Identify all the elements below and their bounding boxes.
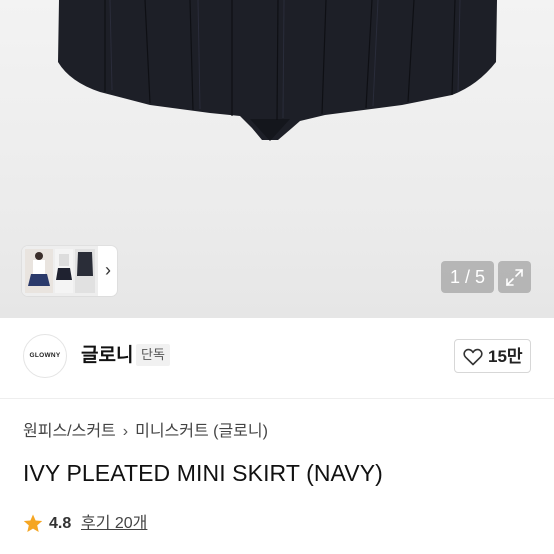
product-image-gallery[interactable]: › 1 / 5 <box>0 0 554 318</box>
heart-outline-icon <box>463 348 483 366</box>
review-count-link[interactable]: 후기 20개 <box>81 513 147 535</box>
chevron-right-icon[interactable]: › <box>105 259 111 281</box>
exclusive-badge: 단독 <box>136 344 170 366</box>
breadcrumb-item-subcategory[interactable]: 미니스커트 (글로니) <box>135 421 268 443</box>
breadcrumb: 원피스/스커트 › 미니스커트 (글로니) <box>23 421 268 443</box>
thumbnail-images <box>22 246 98 296</box>
brand-logo[interactable]: GLOWNY <box>23 334 67 378</box>
chevron-right-icon: › <box>122 423 129 440</box>
expand-arrows-icon <box>506 269 523 286</box>
star-icon <box>23 514 43 532</box>
like-button[interactable]: 15만 <box>454 339 531 373</box>
expand-image-button[interactable] <box>498 261 531 293</box>
product-title: IVY PLEATED MINI SKIRT (NAVY) <box>23 460 383 486</box>
like-count: 15만 <box>488 347 523 366</box>
image-page-counter: 1 / 5 <box>441 261 494 293</box>
section-divider <box>0 398 554 399</box>
breadcrumb-item-category[interactable]: 원피스/스커트 <box>23 421 116 443</box>
brand-name[interactable]: 글로니 <box>81 345 133 367</box>
rating-value: 4.8 <box>49 515 72 532</box>
brand-row: GLOWNY 글로니 단독 15만 <box>0 318 554 398</box>
thumbnail-strip[interactable]: › <box>22 246 117 296</box>
